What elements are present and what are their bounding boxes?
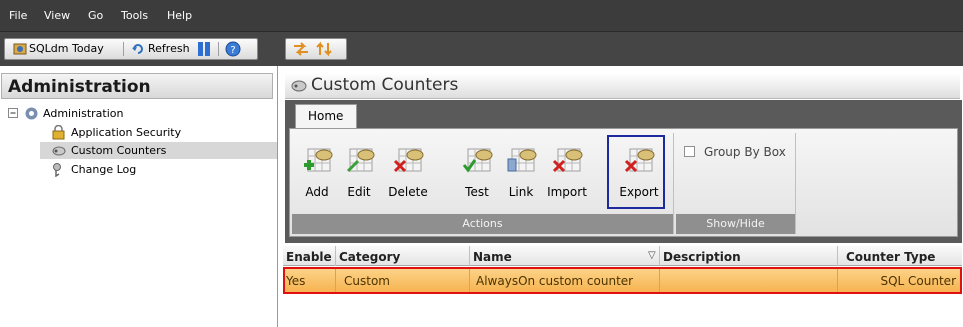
collapse-icon[interactable] — [8, 108, 23, 123]
navigation-pane-title: Administration — [1, 73, 273, 99]
page-title: Custom Counters — [285, 73, 960, 99]
gear-icon — [25, 107, 38, 120]
import-label: Import — [547, 185, 587, 199]
column-header-counter-type[interactable]: Counter Type — [838, 246, 962, 266]
test-icon — [462, 148, 493, 173]
link-button[interactable]: Link — [500, 141, 542, 203]
menu-file[interactable]: File — [9, 9, 27, 22]
table-header: Enable Category Name ▽ Description Count… — [283, 246, 962, 266]
refresh-icon — [132, 44, 143, 54]
menu-tools[interactable]: Tools — [121, 9, 148, 22]
tree-item-administration[interactable]: Administration — [8, 105, 268, 122]
pause-icon[interactable] — [196, 41, 212, 57]
content-pane: Custom Counters Home Add Edit Delete Tes… — [279, 66, 963, 327]
page-title-text: Custom Counters — [311, 75, 459, 95]
counter-icon — [52, 146, 66, 156]
import-icon — [552, 148, 583, 173]
edit-icon — [346, 148, 375, 173]
column-header-enable[interactable]: Enable — [283, 246, 336, 266]
help-icon[interactable]: ? — [225, 41, 241, 57]
ribbon-group-show-hide: Group By Box Show/Hide — [676, 133, 796, 234]
add-button[interactable]: Add — [296, 141, 338, 203]
toolbar: SQLdm Today Refresh ? — [0, 32, 963, 66]
tree-item-change-log[interactable]: Change Log — [40, 161, 270, 178]
tree-item-label: Application Security — [71, 126, 182, 139]
edit-button[interactable]: Edit — [338, 141, 380, 203]
group-by-box-label: Group By Box — [704, 145, 786, 159]
toolbar-separator — [218, 42, 219, 56]
add-label: Add — [305, 185, 329, 199]
menu-bar: File View Go Tools Help — [0, 0, 963, 32]
link-label: Link — [508, 185, 534, 199]
menu-go[interactable]: Go — [88, 9, 103, 22]
toolbar-separator — [123, 42, 124, 56]
refresh-button[interactable]: Refresh — [148, 42, 190, 55]
import-button[interactable]: Import — [542, 141, 592, 203]
test-label: Test — [465, 185, 489, 199]
link-icon — [507, 148, 537, 172]
svg-text:?: ? — [230, 45, 235, 56]
tree-item-label: Change Log — [71, 163, 137, 176]
tab-home[interactable]: Home — [295, 104, 357, 128]
tree-item-label: Administration — [43, 107, 124, 120]
tree-item-custom-counters[interactable]: Custom Counters — [40, 142, 277, 159]
security-lock-icon — [52, 125, 65, 140]
tree-item-application-security[interactable]: Application Security — [40, 124, 270, 141]
column-header-name-label: Name — [473, 250, 512, 264]
counter-icon — [291, 80, 307, 92]
menu-view[interactable]: View — [44, 9, 70, 22]
navigation-pane: Administration Administration Applicatio… — [0, 66, 278, 327]
navigate-icon[interactable] — [292, 41, 310, 57]
column-header-category[interactable]: Category — [336, 246, 470, 266]
row-highlight-box — [283, 267, 962, 294]
column-header-description[interactable]: Description — [660, 246, 838, 266]
edit-label: Edit — [347, 185, 371, 199]
sort-icon: ▽ — [648, 250, 656, 261]
navigation-toolbar-strip — [285, 38, 347, 60]
counters-table: Enable Category Name ▽ Description Count… — [283, 246, 962, 327]
sqldm-today-icon — [13, 43, 27, 55]
delete-label: Delete — [388, 185, 428, 199]
ribbon-panel: Add Edit Delete Test Link Import Export … — [289, 128, 958, 237]
ribbon-group-actions: Add Edit Delete Test Link Import Export … — [292, 133, 674, 234]
ribbon-group-label-show-hide: Show/Hide — [676, 214, 795, 234]
menu-help[interactable]: Help — [167, 9, 192, 22]
tree-item-label: Custom Counters — [71, 144, 167, 157]
ribbon-group-label-actions: Actions — [292, 214, 673, 234]
ribbon: Home Add Edit Delete Test Link Import Ex… — [285, 100, 962, 243]
checkbox-box[interactable] — [684, 146, 695, 157]
add-icon — [304, 148, 333, 172]
change-log-icon — [53, 163, 61, 177]
sqldm-today-button[interactable]: SQLdm Today — [29, 42, 104, 55]
export-highlight-box — [607, 135, 665, 209]
delete-button[interactable]: Delete — [385, 141, 431, 203]
delete-icon — [393, 148, 424, 173]
test-button[interactable]: Test — [456, 141, 498, 203]
navigate-icon[interactable] — [316, 41, 334, 57]
column-header-name[interactable]: Name ▽ — [470, 246, 660, 266]
main-toolbar-strip: SQLdm Today Refresh ? — [4, 38, 258, 60]
